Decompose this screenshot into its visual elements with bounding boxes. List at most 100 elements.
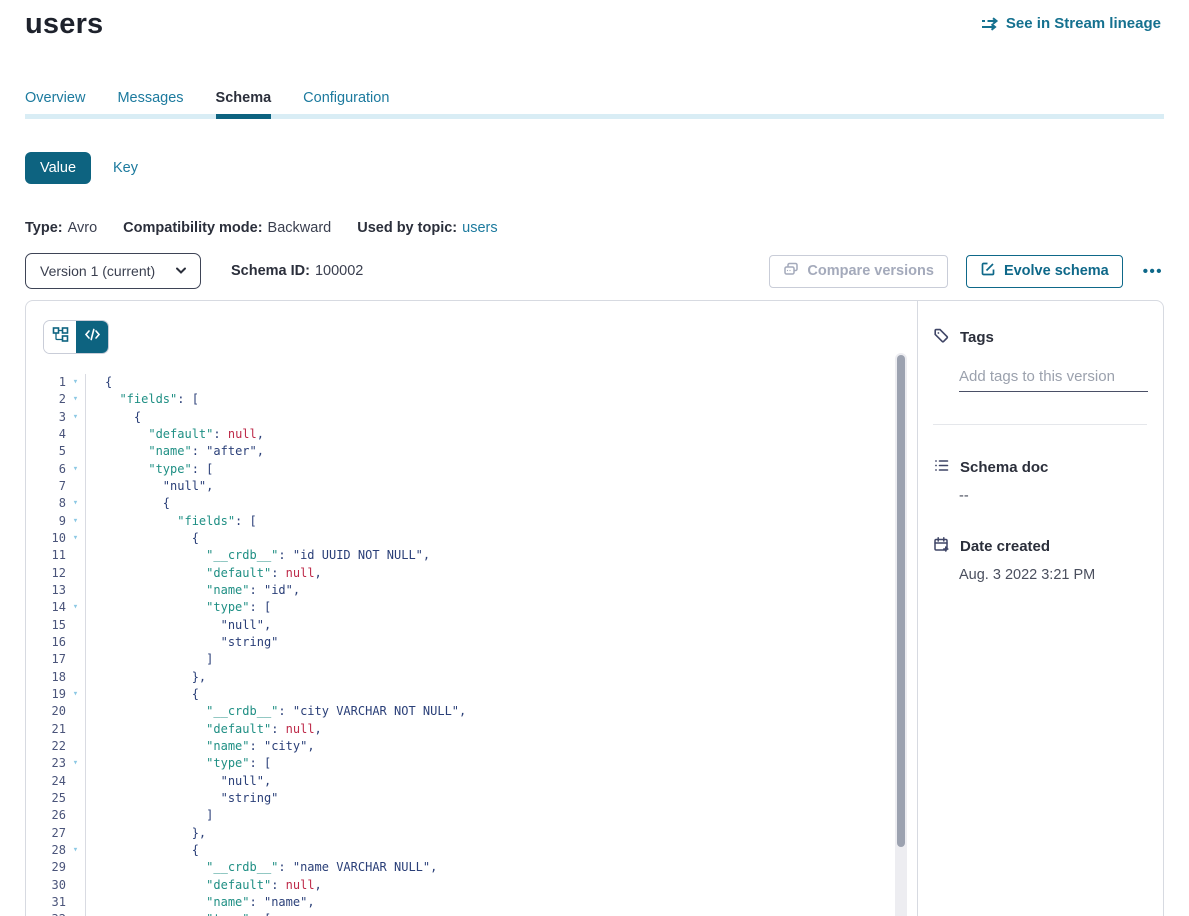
- line-number: 14: [44, 599, 66, 616]
- line-number: 22: [44, 738, 66, 755]
- fold-toggle-icon[interactable]: ▾: [66, 842, 85, 859]
- line-number: 15: [44, 617, 66, 634]
- code-line: "__crdb__": "city VARCHAR NOT NULL",: [105, 703, 466, 720]
- gutter: 1▾2▾3▾456▾78▾9▾10▾11121314▾1516171819▾20…: [44, 374, 86, 916]
- code-view-button[interactable]: [76, 321, 108, 353]
- line-number: 12: [44, 565, 66, 582]
- code-line: {: [105, 374, 466, 391]
- fold-toggle-icon[interactable]: ▾: [66, 391, 85, 408]
- fold-spacer: [66, 738, 85, 755]
- value-key-toggle: Value Key: [25, 152, 144, 184]
- tab-configuration[interactable]: Configuration: [303, 90, 389, 119]
- key-toggle-button[interactable]: Key: [107, 152, 144, 184]
- code-line: "default": null,: [105, 721, 466, 738]
- line-number: 16: [44, 634, 66, 651]
- value-toggle-button[interactable]: Value: [25, 152, 91, 184]
- date-created-section: Date created Aug. 3 2022 3:21 PM: [933, 536, 1147, 583]
- add-tags-input[interactable]: [959, 366, 1148, 392]
- fold-toggle-icon[interactable]: ▾: [66, 374, 85, 391]
- compare-versions-label: Compare versions: [807, 263, 934, 279]
- compare-versions-button[interactable]: Compare versions: [769, 255, 948, 288]
- code-line: "type": [: [105, 755, 466, 772]
- fold-spacer: [66, 703, 85, 720]
- compare-versions-icon: [783, 261, 799, 281]
- tags-heading: Tags: [960, 329, 994, 346]
- schema-sidebar: Tags Schema doc --: [917, 301, 1163, 916]
- code-line: "fields": [: [105, 391, 466, 408]
- schema-meta-row: Type: Avro Compatibility mode: Backward …: [25, 220, 498, 236]
- fold-spacer: [66, 807, 85, 824]
- fold-toggle-icon[interactable]: ▾: [66, 530, 85, 547]
- line-number: 1: [44, 374, 66, 391]
- code-line: "__crdb__": "id UUID NOT NULL",: [105, 547, 466, 564]
- fold-spacer: [66, 773, 85, 790]
- line-number: 21: [44, 721, 66, 738]
- line-number: 8: [44, 495, 66, 512]
- compatibility-label: Compatibility mode:: [123, 220, 262, 236]
- fold-toggle-icon[interactable]: ▾: [66, 686, 85, 703]
- line-number: 7: [44, 478, 66, 495]
- schema-id-label: Schema ID:: [231, 263, 310, 279]
- line-number: 26: [44, 807, 66, 824]
- editor-scrollbar-thumb[interactable]: [897, 355, 905, 847]
- schema-panel: 1▾2▾3▾456▾78▾9▾10▾11121314▾1516171819▾20…: [25, 300, 1164, 916]
- code-area[interactable]: 1▾2▾3▾456▾78▾9▾10▾11121314▾1516171819▾20…: [44, 374, 893, 916]
- fold-toggle-icon[interactable]: ▾: [66, 513, 85, 530]
- type-value: Avro: [68, 220, 98, 236]
- line-number: 29: [44, 859, 66, 876]
- more-options-ellipsis-button[interactable]: •••: [1141, 259, 1165, 284]
- tab-overview[interactable]: Overview: [25, 90, 85, 119]
- fold-toggle-icon[interactable]: ▾: [66, 409, 85, 426]
- code-line: ]: [105, 651, 466, 668]
- code-line: "string": [105, 634, 466, 651]
- line-number: 2: [44, 391, 66, 408]
- calendar-plus-icon: [933, 536, 950, 557]
- line-number: 9: [44, 513, 66, 530]
- code-line: ]: [105, 807, 466, 824]
- line-number: 19: [44, 686, 66, 703]
- fold-spacer: [66, 426, 85, 443]
- tree-view-icon: [52, 326, 69, 348]
- tag-icon: [933, 327, 950, 348]
- fold-toggle-icon[interactable]: ▾: [66, 495, 85, 512]
- line-number: 13: [44, 582, 66, 599]
- line-number: 25: [44, 790, 66, 807]
- line-number: 30: [44, 877, 66, 894]
- topic-link[interactable]: users: [462, 220, 497, 236]
- editor-scrollbar-track[interactable]: [895, 353, 907, 916]
- schema-doc-section: Schema doc --: [933, 457, 1147, 504]
- code-line: "default": null,: [105, 565, 466, 582]
- fold-spacer: [66, 634, 85, 651]
- fold-toggle-icon[interactable]: ▾: [66, 911, 85, 916]
- editor-view-toggle: [44, 321, 108, 353]
- see-in-stream-lineage-link[interactable]: See in Stream lineage: [981, 15, 1161, 32]
- line-number: 18: [44, 669, 66, 686]
- code-line: {: [105, 409, 466, 426]
- tab-bar: Overview Messages Schema Configuration: [25, 90, 389, 119]
- schema-id-value: 100002: [315, 263, 363, 279]
- fold-toggle-icon[interactable]: ▾: [66, 599, 85, 616]
- tree-view-button[interactable]: [44, 321, 76, 353]
- fold-spacer: [66, 894, 85, 911]
- evolve-schema-button[interactable]: Evolve schema: [966, 255, 1123, 288]
- evolve-schema-label: Evolve schema: [1004, 263, 1109, 279]
- line-number: 27: [44, 825, 66, 842]
- schema-doc-value: --: [959, 488, 1147, 504]
- code-line: },: [105, 825, 466, 842]
- fold-spacer: [66, 651, 85, 668]
- fold-spacer: [66, 790, 85, 807]
- fold-toggle-icon[interactable]: ▾: [66, 461, 85, 478]
- line-number: 31: [44, 894, 66, 911]
- version-select[interactable]: Version 1 (current): [25, 253, 201, 289]
- fold-spacer: [66, 478, 85, 495]
- schema-id: Schema ID: 100002: [231, 263, 363, 279]
- meta-used-by-topic: Used by topic: users: [357, 220, 497, 236]
- date-created-heading: Date created: [960, 538, 1050, 555]
- tab-messages[interactable]: Messages: [117, 90, 183, 119]
- tags-section: Tags: [933, 327, 1147, 425]
- line-number: 10: [44, 530, 66, 547]
- code-line: "name": "city",: [105, 738, 466, 755]
- code-line: "type": [: [105, 461, 466, 478]
- tab-schema[interactable]: Schema: [216, 90, 272, 119]
- fold-toggle-icon[interactable]: ▾: [66, 755, 85, 772]
